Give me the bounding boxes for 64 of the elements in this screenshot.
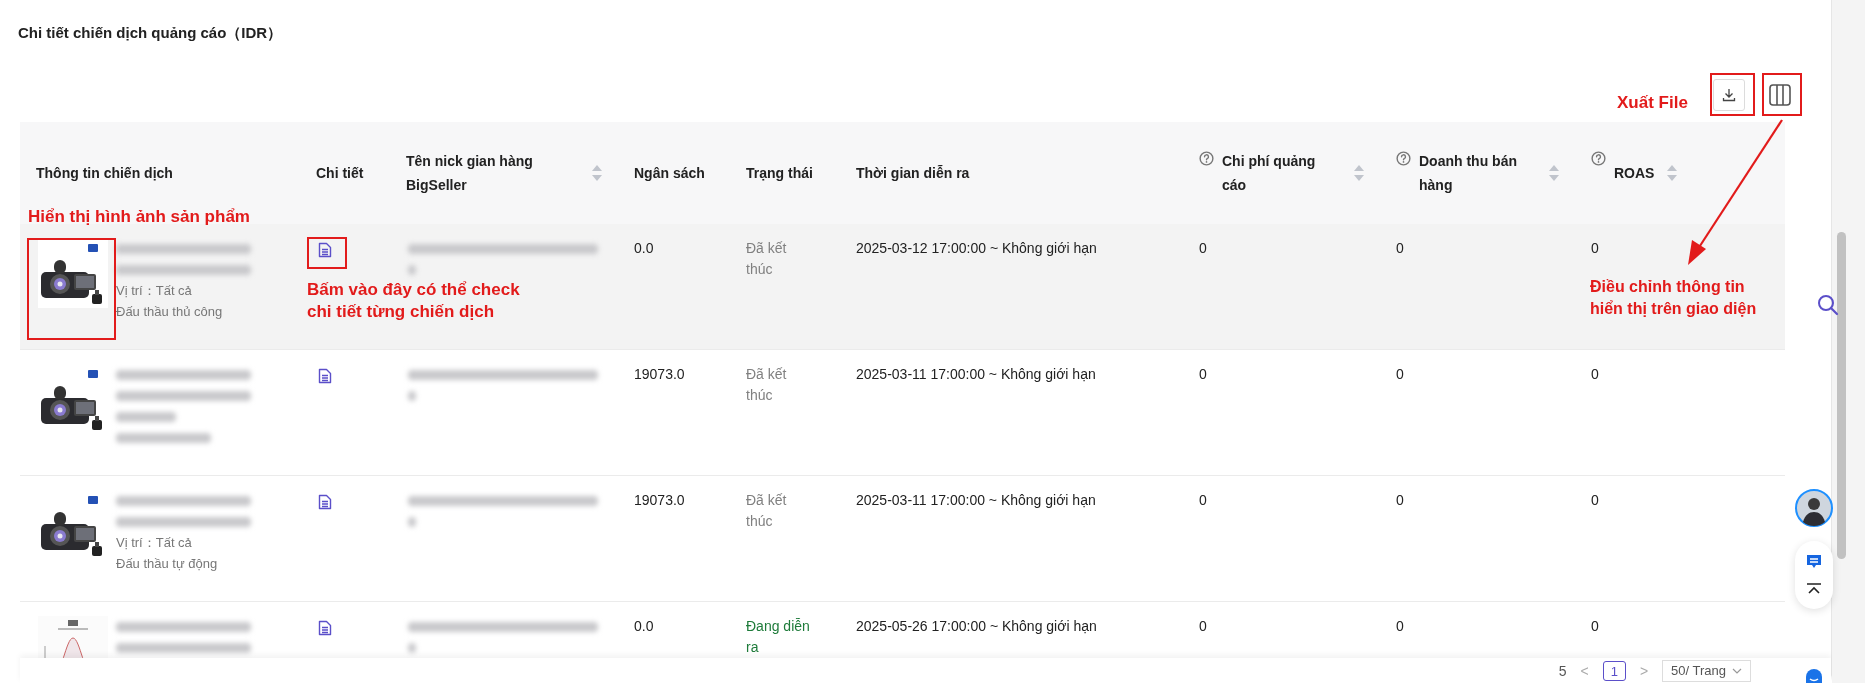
highlight-frame <box>1762 73 1802 116</box>
campaign-detail-text: Đấu thầu thủ công <box>116 303 223 321</box>
status-text: Đang diễn ra <box>746 617 811 657</box>
table-cell-text: 0 <box>1396 365 1405 384</box>
period-text: 2025-05-26 17:00:00 ~ Không giới hạn <box>856 617 1098 636</box>
document-icon[interactable] <box>318 368 332 384</box>
annotation-label: Điều chỉnh thông tin hiển thị trên giao diện <box>1590 277 1758 319</box>
table-cell-text: 0 <box>1199 365 1208 384</box>
table-cell-text: 0 <box>1396 491 1405 510</box>
table-cell-text: 0 <box>1199 491 1208 510</box>
chevron-down-icon <box>1732 667 1742 674</box>
campaign-detail-text: Vị trí：Tất cả <box>116 282 192 300</box>
download-icon <box>1722 88 1736 102</box>
blurred-text-drawing <box>408 642 416 653</box>
column-header: Thời gian diễn ra <box>856 164 970 183</box>
download-button[interactable] <box>1713 79 1745 111</box>
blurred-text-drawing <box>408 516 416 527</box>
highlight-frame <box>1710 73 1755 116</box>
column-header: Trạng thái <box>746 164 813 183</box>
page-size-select[interactable]: 50/ Trang <box>1662 659 1751 682</box>
column-header: ROAS <box>1614 164 1655 183</box>
page-button[interactable]: 1 <box>1602 660 1626 681</box>
period-text: 2025-03-12 17:00:00 ~ Không giới hạn <box>856 239 1098 258</box>
columns-icon <box>1768 83 1792 107</box>
status-text: Đã kết thúc <box>746 365 788 405</box>
document-icon[interactable] <box>318 494 332 510</box>
table-cell-text: 0 <box>1591 239 1600 258</box>
campaign-detail-text: Vị trí：Tất cả <box>116 534 192 552</box>
annotation-label: Bấm vào đây có thể check chi tiết từng chiến dịch <box>307 279 521 323</box>
table-cell-text: 0 <box>1591 365 1600 384</box>
highlight-frame <box>307 237 347 269</box>
budget-value: 0.0 <box>634 239 655 258</box>
column-header: Chi phí quảng cáo <box>1222 152 1317 195</box>
column-header: Thông tin chiến dịch <box>36 164 173 183</box>
budget-value: 0.0 <box>634 617 655 636</box>
column-header: Ngân sách <box>634 164 705 183</box>
period-text: 2025-03-11 17:00:00 ~ Không giới hạn <box>856 365 1097 384</box>
column-header: Tên nick gian hàng BigSeller <box>406 152 534 195</box>
scrollbar-thumb[interactable] <box>1837 232 1846 559</box>
status-text: Đã kết thúc <box>746 491 788 531</box>
document-icon[interactable] <box>318 242 332 258</box>
total-count: 5 <box>1558 662 1567 679</box>
status-text: Đã kết thúc <box>746 239 788 279</box>
campaign-detail-text: Đấu thầu tự động <box>116 555 218 573</box>
avatar-icon[interactable] <box>1795 489 1833 527</box>
column-header: Doanh thu bán hàng <box>1419 152 1518 195</box>
table-cell-text: 0 <box>1396 239 1405 258</box>
blurred-text-drawing <box>116 411 176 422</box>
table-cell-text: 0 <box>1396 617 1405 636</box>
column-header: Chi tiết <box>316 164 364 183</box>
budget-value: 19073.0 <box>634 365 686 384</box>
table-cell-text: 0 <box>1591 491 1600 510</box>
period-text: 2025-03-11 17:00:00 ~ Không giới hạn <box>856 491 1097 510</box>
blurred-text-drawing <box>408 390 416 401</box>
table-cell-text: 0 <box>1199 239 1208 258</box>
page-title: Chi tiết chiến dịch quảng cáo（IDR） <box>17 23 284 43</box>
table-cell-text: 0 <box>1591 617 1600 636</box>
document-icon[interactable] <box>318 620 332 636</box>
blurred-text-drawing <box>408 264 416 275</box>
annotation-label: Xuất File <box>1617 92 1688 114</box>
budget-value: 19073.0 <box>634 491 686 510</box>
search-icon[interactable] <box>1816 293 1840 317</box>
annotation-label: Hiển thị hình ảnh sản phẩm <box>28 206 250 228</box>
table-cell-text: 0 <box>1199 617 1208 636</box>
